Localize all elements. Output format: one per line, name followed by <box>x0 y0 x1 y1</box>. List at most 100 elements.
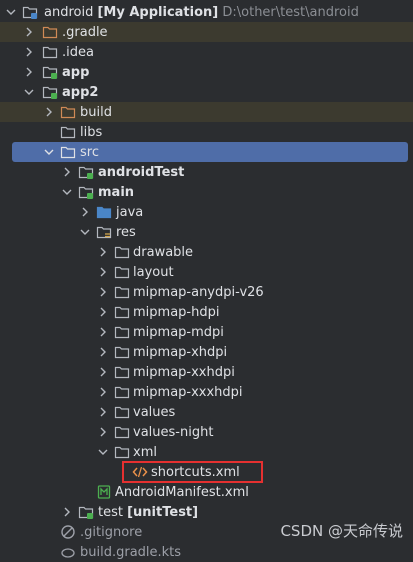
tree-label-mipmap-xxxhdpi: mipmap-xxxhdpi <box>133 384 243 400</box>
gradle-file-icon <box>60 544 76 560</box>
chevron-right-icon[interactable] <box>96 265 110 279</box>
tree-row-src[interactable]: src <box>12 142 408 162</box>
tree-label-gradle: .gradle <box>62 24 108 40</box>
chevron-down-icon[interactable] <box>96 445 110 459</box>
chevron-right-icon[interactable] <box>96 305 110 319</box>
folder-icon <box>114 444 130 460</box>
folder-icon <box>60 144 76 160</box>
tree-row-idea[interactable]: .idea <box>0 42 413 62</box>
root-name: android <box>44 4 94 20</box>
chevron-right-icon[interactable] <box>96 285 110 299</box>
tree-row-values[interactable]: values <box>0 402 413 422</box>
chevron-down-icon[interactable] <box>78 225 92 239</box>
tree-row-mipmap-xxxhdpi[interactable]: mipmap-xxxhdpi <box>0 382 413 402</box>
folder-icon <box>42 44 58 60</box>
tree-row-build-gradle[interactable]: build.gradle.kts <box>0 542 413 562</box>
root-path: D:\other\test\android <box>222 4 359 20</box>
chevron-right-icon[interactable] <box>22 65 36 79</box>
excluded-folder-icon <box>60 104 76 120</box>
tree-row-androidmanifest[interactable]: AndroidManifest.xml <box>0 482 413 502</box>
tree-label-gitignore: .gitignore <box>80 524 143 540</box>
tree-row-res[interactable]: res <box>0 222 413 242</box>
tree-label-idea: .idea <box>62 44 94 60</box>
tree-row-gradle[interactable]: .gradle <box>0 22 413 42</box>
chevron-right-icon[interactable] <box>78 205 92 219</box>
chevron-right-icon[interactable] <box>60 505 74 519</box>
tree-label-values-night: values-night <box>133 424 214 440</box>
tree-row-libs[interactable]: libs <box>0 122 413 142</box>
project-tree: android [My Application] D:\other\test\a… <box>0 0 413 560</box>
tree-label-main: main <box>98 184 135 200</box>
chevron-right-icon[interactable] <box>96 245 110 259</box>
tree-row-mipmap-mdpi[interactable]: mipmap-mdpi <box>0 322 413 342</box>
tree-row-layout[interactable]: layout <box>0 262 413 282</box>
tree-label-src: src <box>80 144 99 160</box>
chevron-right-icon[interactable] <box>96 425 110 439</box>
tree-label-mipmap-xhdpi: mipmap-xhdpi <box>133 344 228 360</box>
folder-icon <box>114 384 130 400</box>
folder-icon <box>114 424 130 440</box>
tree-row-test[interactable]: test [unitTest] <box>0 502 413 522</box>
chevron-right-icon[interactable] <box>22 25 36 39</box>
tree-label-androidtest: androidTest <box>98 164 185 180</box>
chevron-right-icon[interactable] <box>96 325 110 339</box>
tree-row-root[interactable]: android [My Application] D:\other\test\a… <box>0 2 413 22</box>
watermark: CSDN @天命传说 <box>280 522 403 540</box>
tree-label-mipmap-hdpi: mipmap-hdpi <box>133 304 220 320</box>
tree-label-xml: xml <box>133 444 157 460</box>
chevron-right-icon[interactable] <box>96 405 110 419</box>
chevron-right-icon[interactable] <box>22 45 36 59</box>
tree-row-build[interactable]: build <box>0 102 413 122</box>
chevron-right-icon[interactable] <box>60 165 74 179</box>
source-set-folder-icon <box>78 164 94 180</box>
tree-row-java[interactable]: java <box>0 202 413 222</box>
chevron-right-icon[interactable] <box>96 385 110 399</box>
source-root-folder-icon <box>96 204 112 220</box>
tree-row-mipmap-anydpi[interactable]: mipmap-anydpi-v26 <box>0 282 413 302</box>
tree-label-mipmap-anydpi: mipmap-anydpi-v26 <box>133 284 264 300</box>
tree-label-libs: libs <box>80 124 103 140</box>
android-module-icon <box>42 84 58 100</box>
tree-row-mipmap-hdpi[interactable]: mipmap-hdpi <box>0 302 413 322</box>
chevron-down-icon[interactable] <box>4 5 18 19</box>
chevron-down-icon[interactable] <box>22 85 36 99</box>
tree-row-mipmap-xhdpi[interactable]: mipmap-xhdpi <box>0 342 413 362</box>
tree-label-drawable: drawable <box>133 244 194 260</box>
chevron-down-icon[interactable] <box>60 185 74 199</box>
tree-label-test-module: [unitTest] <box>127 504 199 520</box>
folder-icon <box>114 404 130 420</box>
chevron-right-icon[interactable] <box>96 345 110 359</box>
tree-row-xml[interactable]: xml <box>0 442 413 462</box>
tree-row-values-night[interactable]: values-night <box>0 422 413 442</box>
folder-icon <box>114 304 130 320</box>
tree-label-test: test <box>98 504 123 520</box>
root-label: android [My Application] D:\other\test\a… <box>44 5 359 20</box>
chevron-down-icon[interactable] <box>42 145 56 159</box>
android-module-icon <box>42 64 58 80</box>
tree-label-res: res <box>116 224 136 240</box>
chevron-right-icon[interactable] <box>96 365 110 379</box>
tree-row-androidtest[interactable]: androidTest <box>0 162 413 182</box>
tree-label-build: build <box>80 104 112 120</box>
tree-row-app[interactable]: app <box>0 62 413 82</box>
source-set-folder-icon <box>78 184 94 200</box>
tree-label-java: java <box>116 204 144 220</box>
tree-row-main[interactable]: main <box>0 182 413 202</box>
folder-icon <box>114 284 130 300</box>
tree-row-app2[interactable]: app2 <box>0 82 413 102</box>
manifest-file-icon <box>96 484 112 500</box>
folder-icon <box>114 244 130 260</box>
module-folder-icon <box>22 4 38 20</box>
highlight-box <box>122 461 263 483</box>
folder-icon <box>114 364 130 380</box>
folder-icon <box>60 124 76 140</box>
tree-label-values: values <box>133 404 176 420</box>
excluded-folder-icon <box>42 24 58 40</box>
folder-icon <box>114 264 130 280</box>
tree-row-mipmap-xxhdpi[interactable]: mipmap-xxhdpi <box>0 362 413 382</box>
tree-row-drawable[interactable]: drawable <box>0 242 413 262</box>
chevron-right-icon[interactable] <box>42 105 56 119</box>
resource-root-folder-icon <box>96 224 112 240</box>
source-set-folder-icon <box>78 504 94 520</box>
folder-icon <box>114 324 130 340</box>
